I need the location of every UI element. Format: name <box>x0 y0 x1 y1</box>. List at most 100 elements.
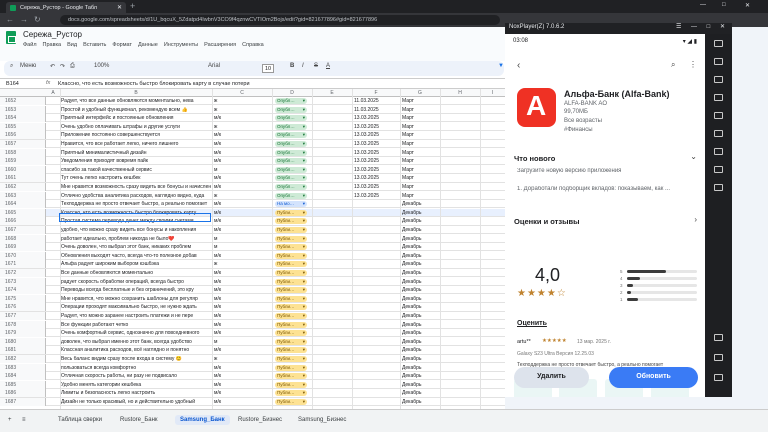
table-row[interactable]: 1668 работает идеально, проблем никогда н… <box>0 234 505 243</box>
table-row[interactable]: 1677 Радует, что можно заранее настроить … <box>0 312 505 321</box>
table-row[interactable]: 1687 Дизайн не только красивый, но и дейс… <box>0 398 505 407</box>
month-cell[interactable]: Декабрь <box>402 339 438 345</box>
month-cell[interactable]: Декабрь <box>402 227 438 233</box>
browser-tab[interactable]: Сережа_Рустор - Google Табл ✕ <box>6 2 126 13</box>
status-chip[interactable]: Публи… ▾ <box>275 227 307 233</box>
document-title[interactable]: Сережа_Рустор <box>23 30 82 39</box>
review-cell[interactable]: Приложение постоянно совершенствуется <box>61 132 211 138</box>
folder-icon[interactable] <box>714 130 723 137</box>
sheet-tab[interactable]: Rustore_Бизнес <box>238 417 282 423</box>
status-chip[interactable]: На мо… ▾ <box>275 201 307 208</box>
table-row[interactable]: 1679 Очень комфортный сервис, однозначно … <box>0 329 505 338</box>
gender-cell[interactable]: м/к <box>214 218 270 224</box>
gender-cell[interactable]: м/к <box>214 184 270 190</box>
back-nav-icon[interactable] <box>714 334 723 341</box>
volume-icon[interactable] <box>714 76 723 83</box>
back-icon[interactable]: ← <box>6 15 14 24</box>
table-row[interactable]: 1652 Радует, что все данные обновляются м… <box>0 97 505 106</box>
month-cell[interactable]: Декабрь <box>402 322 438 328</box>
home-nav-icon[interactable] <box>714 354 723 361</box>
review-cell[interactable]: Дизайн не только красивый, но и действит… <box>61 399 211 405</box>
table-row[interactable]: 1670 Обновления выходят часто, всегда что… <box>0 251 505 260</box>
row-number[interactable]: 1676 <box>0 303 46 312</box>
menu-extensions[interactable]: Расширения <box>204 42 236 48</box>
month-cell[interactable]: Декабрь <box>402 244 438 250</box>
gender-cell[interactable]: м/к <box>214 210 270 216</box>
review-cell[interactable]: радует скорость обработки операций, всег… <box>61 279 211 285</box>
sheets-logo-icon[interactable] <box>6 31 16 44</box>
menu-insert[interactable]: Вставить <box>83 42 106 48</box>
row-number[interactable]: 1680 <box>0 337 46 346</box>
date-cell[interactable]: 13.03.2025 <box>354 150 400 156</box>
review-cell[interactable]: Все данные обновляются моментально <box>61 270 211 276</box>
zoom-select[interactable]: 100% <box>94 63 109 69</box>
row-number[interactable]: 1670 <box>0 251 46 260</box>
gender-cell[interactable]: м <box>214 339 270 345</box>
table-row[interactable]: 1657 Нравится, что все работает легко, ни… <box>0 140 505 149</box>
gender-cell[interactable]: м/к <box>214 390 270 396</box>
gender-cell[interactable]: м/к <box>214 399 270 405</box>
sheet-tab[interactable]: Samsung_Бизнес <box>298 417 346 423</box>
month-cell[interactable]: Декабрь <box>402 279 438 285</box>
gender-cell[interactable]: м <box>214 244 270 250</box>
gender-cell[interactable]: ж <box>214 124 270 130</box>
month-cell[interactable]: Март <box>402 193 438 199</box>
month-cell[interactable]: Декабрь <box>402 347 438 353</box>
search-menu-label[interactable]: Меню <box>20 63 36 69</box>
gender-cell[interactable]: м <box>214 236 270 242</box>
row-number[interactable]: 1653 <box>0 105 46 114</box>
ratings-title[interactable]: Оценки и отзывы <box>514 217 580 226</box>
gender-cell[interactable]: м/к <box>214 322 270 328</box>
month-cell[interactable]: Декабрь <box>402 365 438 371</box>
month-cell[interactable]: Декабрь <box>402 373 438 379</box>
table-row[interactable]: 1672 Все данные обновляются моментально м/… <box>0 269 505 278</box>
gender-cell[interactable]: м/к <box>214 365 270 371</box>
row-number[interactable]: 1652 <box>0 97 46 105</box>
status-chip[interactable]: Опубл… ▾ <box>275 175 307 182</box>
status-chip[interactable]: Публи… ▾ <box>275 278 307 285</box>
month-cell[interactable]: Декабрь <box>402 390 438 396</box>
row-number[interactable]: 1678 <box>0 320 46 329</box>
gender-cell[interactable]: ж <box>214 107 270 113</box>
row-number[interactable]: 1662 <box>0 183 46 191</box>
status-chip[interactable]: Публи… ▾ <box>275 235 307 242</box>
month-cell[interactable]: Декабрь <box>402 330 438 336</box>
review-cell[interactable]: Мне нравится возможность сразу видеть вс… <box>61 184 211 190</box>
text-color-icon[interactable]: A <box>326 63 330 69</box>
review-cell[interactable]: Весь баланс видим сразу после входа в си… <box>61 356 211 362</box>
table-row[interactable]: 1683 пользоваться всегда комфортно м/к Публ… <box>0 363 505 372</box>
sheet-tab-active[interactable]: Samsung_Банк <box>175 415 230 425</box>
row-number[interactable]: 1687 <box>0 398 46 406</box>
app-developer[interactable]: ALFA-BANK AO <box>564 101 607 107</box>
table-row[interactable]: 1680 доволен, что выбрал именно этот банк… <box>0 337 505 346</box>
month-cell[interactable]: Декабрь <box>402 287 438 293</box>
row-number[interactable]: 1659 <box>0 157 46 166</box>
gender-cell[interactable]: ж <box>214 98 270 104</box>
date-cell[interactable]: 13.03.2025 <box>354 158 400 164</box>
status-chip[interactable]: Публи… ▾ <box>275 209 307 216</box>
recent-apps-icon[interactable] <box>714 374 723 381</box>
row-number[interactable]: 1657 <box>0 140 46 148</box>
sheet-tab[interactable]: Rustore_Банк <box>120 417 158 423</box>
gender-cell[interactable]: м/к <box>214 141 270 147</box>
table-row[interactable]: 1661 Тут очень легко настроить кешбек м/к О… <box>0 174 505 183</box>
name-box[interactable]: B164 <box>6 81 19 87</box>
date-cell[interactable]: 11.03.2025 <box>354 107 400 113</box>
review-cell[interactable]: Отлично удобства аналитика расходов, наг… <box>61 193 211 199</box>
gender-cell[interactable]: ж <box>214 356 270 362</box>
gender-cell[interactable]: м/к <box>214 270 270 276</box>
review-cell[interactable]: Приятный интерфейс и постоянные обновлен… <box>61 115 211 121</box>
month-cell[interactable]: Март <box>402 107 438 113</box>
table-row[interactable]: 1684 Отличная скорость работы, ни разу не… <box>0 372 505 381</box>
column-header[interactable]: B <box>60 90 212 96</box>
status-chip[interactable]: Опубл… ▾ <box>275 132 307 139</box>
status-chip[interactable]: Публи… ▾ <box>275 356 307 362</box>
reload-icon[interactable]: ↻ <box>34 15 41 24</box>
gender-cell[interactable]: м/к <box>214 175 270 181</box>
sheet-tab[interactable]: Таблица сверки <box>58 417 102 423</box>
month-cell[interactable]: Март <box>402 132 438 138</box>
chevron-right-icon[interactable]: › <box>694 215 697 224</box>
row-number[interactable]: 1679 <box>0 329 46 338</box>
review-cell[interactable]: Лимиты и безопасность легко настроить <box>61 390 211 396</box>
column-header[interactable]: D <box>272 90 312 96</box>
